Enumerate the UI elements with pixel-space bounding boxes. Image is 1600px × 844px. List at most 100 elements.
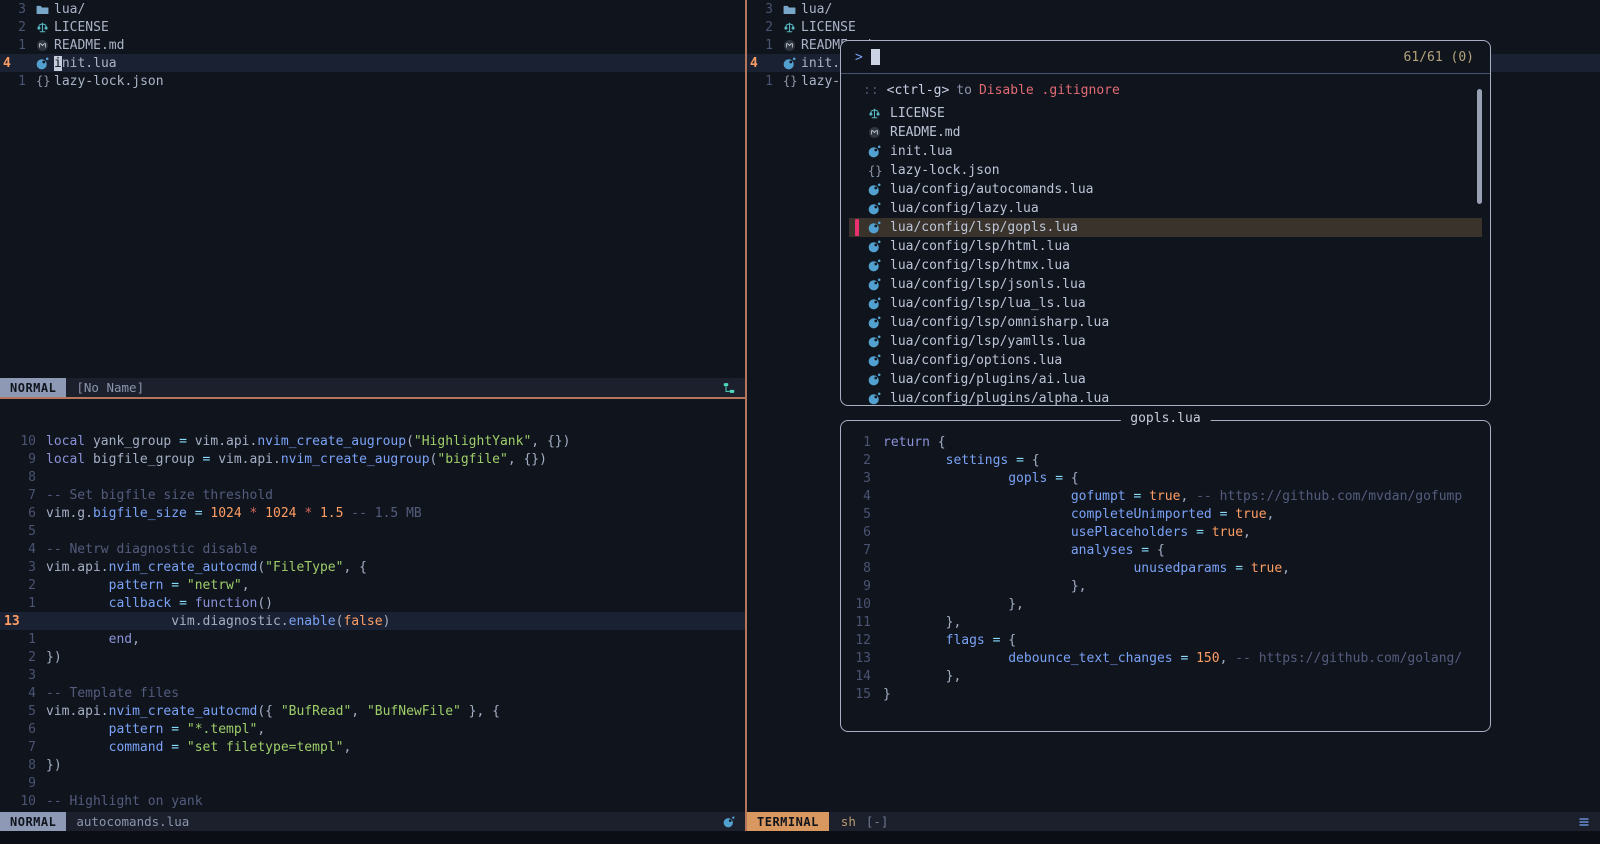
mode-badge: TERMINAL	[747, 812, 829, 831]
code-token	[1141, 489, 1149, 504]
code-line[interactable]: 7 command = "set filetype=templ",	[0, 738, 745, 756]
fzf-result-item[interactable]: lua/config/plugins/ai.lua	[849, 370, 1482, 389]
code-line[interactable]: 13 vim.diagnostic.enable(false)	[0, 612, 745, 630]
fzf-result-item[interactable]: lua/config/options.lua	[849, 351, 1482, 370]
code-line[interactable]: 10local yank_group = vim.api.nvim_create…	[0, 432, 745, 450]
explorer-item[interactable]: 2LICENSE	[0, 18, 745, 36]
line-number: 3	[0, 560, 46, 575]
code-text: gopls = {	[883, 471, 1079, 486]
code-line[interactable]: 8	[0, 468, 745, 486]
code-line[interactable]: 6 pattern = "*.templ",	[0, 720, 745, 738]
explorer-item[interactable]: 2LICENSE	[747, 18, 1600, 36]
license-icon	[868, 107, 883, 120]
code-token: {	[930, 435, 946, 450]
line-number: 4	[841, 489, 883, 504]
code-token: -- Highlight on yank	[46, 794, 203, 809]
code-token: ,	[1220, 651, 1236, 666]
code-line[interactable]: 5vim.api.nvim_create_autocmd({ "BufRead"…	[0, 702, 745, 720]
code-line[interactable]: 1return {	[841, 433, 1488, 451]
code-token: true	[1212, 525, 1243, 540]
lua-icon	[868, 183, 883, 196]
fzf-prompt-row[interactable]: > 61/61 (0)	[841, 41, 1490, 74]
code-line[interactable]: 8 unusedparams = true,	[841, 559, 1488, 577]
code-line[interactable]: 8})	[0, 756, 745, 774]
fzf-result-item[interactable]: lua/config/lsp/html.lua	[849, 237, 1482, 256]
code-line[interactable]: 7 analyses = {	[841, 541, 1488, 559]
explorer-item[interactable]: 4init.lua	[0, 54, 745, 72]
code-line[interactable]: 4-- Netrw diagnostic disable	[0, 540, 745, 558]
file-name: lua/config/options.lua	[890, 353, 1062, 368]
selection-marker-icon	[855, 257, 859, 274]
code-line[interactable]: 4-- Template files	[0, 684, 745, 702]
fzf-result-item[interactable]: lua/config/lazy.lua	[849, 199, 1482, 218]
code-text: usePlaceholders = true,	[883, 525, 1251, 540]
explorer-item[interactable]: 1{}lazy-lock.json	[0, 72, 745, 90]
code-token: "BufRead"	[281, 704, 351, 719]
code-line[interactable]: 3 gopls = {	[841, 469, 1488, 487]
code-token	[257, 506, 265, 521]
code-line[interactable]: 4 gofumpt = true, -- https://github.com/…	[841, 487, 1488, 505]
code-token: =	[171, 740, 179, 755]
explorer-item[interactable]: 3lua/	[0, 0, 745, 18]
line-number: 4	[747, 56, 783, 71]
selection-marker-icon	[855, 238, 859, 255]
fzf-result-item[interactable]: README.md	[849, 123, 1482, 142]
code-line[interactable]: 10 },	[841, 595, 1488, 613]
code-token	[985, 633, 993, 648]
fzf-result-item[interactable]: lua/config/lsp/lua_ls.lua	[849, 294, 1482, 313]
file-name: lua/config/lsp/htmx.lua	[890, 258, 1070, 273]
code-line[interactable]: 3	[0, 666, 745, 684]
code-text: flags = {	[883, 633, 1016, 648]
explorer-item[interactable]: 3lua/	[747, 0, 1600, 18]
code-text: -- Highlight on yank	[46, 794, 203, 809]
code-line[interactable]: 5 completeUnimported = true,	[841, 505, 1488, 523]
fzf-result-item[interactable]: lua/config/lsp/omnisharp.lua	[849, 313, 1482, 332]
file-name: lua/config/lsp/gopls.lua	[890, 220, 1078, 235]
code-line[interactable]: 1 callback = function()	[0, 594, 745, 612]
code-token: unusedparams	[1133, 561, 1227, 576]
fzf-result-item[interactable]: LICENSE	[849, 104, 1482, 123]
statusline-filename: [No Name]	[76, 380, 144, 395]
fzf-header-keybind: <ctrl-g>	[887, 83, 950, 98]
code-line[interactable]: 12 flags = {	[841, 631, 1488, 649]
explorer-item[interactable]: 1README.md	[0, 36, 745, 54]
code-line[interactable]: 3vim.api.nvim_create_autocmd("FileType",…	[0, 558, 745, 576]
code-token	[179, 578, 187, 593]
code-line[interactable]: 7-- Set bigfile size threshold	[0, 486, 745, 504]
code-line[interactable]: 2 pattern = "netrw",	[0, 576, 745, 594]
fzf-result-item[interactable]: lua/config/autocomands.lua	[849, 180, 1482, 199]
code-line[interactable]: 9 },	[841, 577, 1488, 595]
code-line[interactable]: 6 usePlaceholders = true,	[841, 523, 1488, 541]
code-line[interactable]: 6vim.g.bigfile_size = 1024 * 1024 * 1.5 …	[0, 504, 745, 522]
code-line[interactable]: 9local bigfile_group = vim.api.nvim_crea…	[0, 450, 745, 468]
fzf-result-item[interactable]: lua/config/lsp/yamlls.lua	[849, 332, 1482, 351]
command-line[interactable]	[0, 831, 1600, 844]
fzf-result-item[interactable]: lua/config/lsp/jsonls.lua	[849, 275, 1482, 294]
code-token	[179, 722, 187, 737]
fzf-result-item[interactable]: lua/config/lsp/htmx.lua	[849, 256, 1482, 275]
folder-icon	[36, 3, 54, 16]
fzf-scrollbar[interactable]	[1477, 89, 1482, 204]
code-line[interactable]: 11 },	[841, 613, 1488, 631]
code-line[interactable]: 5	[0, 522, 745, 540]
code-line[interactable]: 15}	[841, 685, 1488, 703]
code-line[interactable]: 9	[0, 774, 745, 792]
code-token: },	[883, 579, 1087, 594]
code-token	[46, 578, 109, 593]
line-number: 10	[0, 434, 46, 449]
selection-marker-icon	[855, 162, 859, 179]
code-line[interactable]: 13 debounce_text_changes = 150, -- https…	[841, 649, 1488, 667]
code-line[interactable]: 2})	[0, 648, 745, 666]
fzf-result-item[interactable]: {}lazy-lock.json	[849, 161, 1482, 180]
code-line[interactable]: 14 },	[841, 667, 1488, 685]
fzf-result-item[interactable]: lua/config/lsp/gopls.lua	[849, 218, 1482, 237]
code-line[interactable]: 2 settings = {	[841, 451, 1488, 469]
preview-lines: 1return {2 settings = {3 gopls = {4 gofu…	[841, 433, 1488, 703]
code-token: =	[171, 722, 179, 737]
fzf-result-item[interactable]: init.lua	[849, 142, 1482, 161]
line-number: 13	[0, 614, 46, 629]
code-line[interactable]: 10-- Highlight on yank	[0, 792, 745, 810]
code-line[interactable]: 1 end,	[0, 630, 745, 648]
nvim-screen: 3lua/2LICENSE1README.md4init.lua1{}lazy-…	[0, 0, 1600, 844]
fzf-result-item[interactable]: lua/config/plugins/alpha.lua	[849, 389, 1482, 406]
